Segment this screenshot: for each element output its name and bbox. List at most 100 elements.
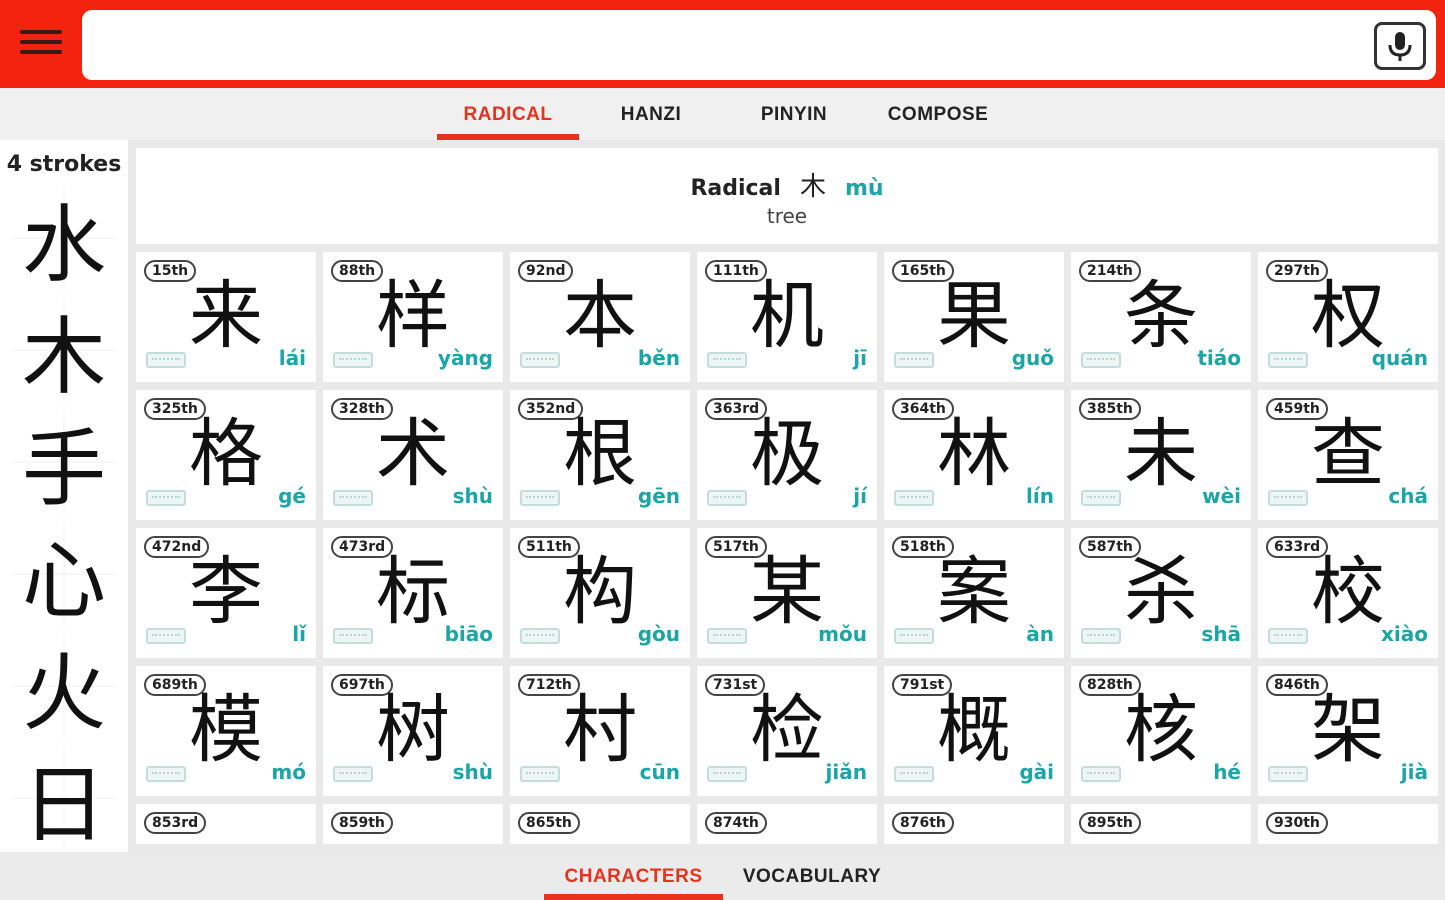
keyboard-icon[interactable]: [146, 628, 186, 644]
character-card[interactable]: 712th 村 cūn: [510, 666, 690, 796]
keyboard-icon[interactable]: [146, 490, 186, 506]
character-card[interactable]: 214th 条 tiáo: [1071, 252, 1251, 382]
character-card[interactable]: 828th 核 hé: [1071, 666, 1251, 796]
character-card[interactable]: 859th: [323, 804, 503, 844]
character-card[interactable]: 111th 机 jī: [697, 252, 877, 382]
keyboard-icon[interactable]: [333, 628, 373, 644]
keyboard-icon[interactable]: [1268, 352, 1308, 368]
character-card[interactable]: 731st 检 jiǎn: [697, 666, 877, 796]
pinyin-label: gòu: [637, 622, 680, 646]
radical-strokes-panel: 4 strokes 水 木 手 心 火 日: [0, 140, 128, 852]
character-card[interactable]: 363rd 极 jí: [697, 390, 877, 520]
character-card[interactable]: 930th: [1258, 804, 1438, 844]
hanzi-character: [363, 820, 463, 844]
keyboard-icon[interactable]: [1268, 628, 1308, 644]
hanzi-character: 极: [750, 411, 824, 497]
character-card[interactable]: 791st 概 gài: [884, 666, 1064, 796]
keyboard-icon[interactable]: [520, 490, 560, 506]
character-card[interactable]: 511th 构 gòu: [510, 528, 690, 658]
keyboard-icon[interactable]: [707, 490, 747, 506]
keyboard-icon[interactable]: [894, 490, 934, 506]
hanzi-character: [1111, 820, 1211, 844]
hanzi-character: 构: [563, 549, 637, 635]
character-card[interactable]: 895th: [1071, 804, 1251, 844]
keyboard-icon[interactable]: [333, 352, 373, 368]
tab-vocabulary[interactable]: VOCABULARY: [727, 852, 897, 900]
keyboard-icon[interactable]: [1081, 766, 1121, 782]
character-card[interactable]: 633rd 校 xiào: [1258, 528, 1438, 658]
character-card[interactable]: 92nd 本 běn: [510, 252, 690, 382]
character-card[interactable]: 328th 术 shù: [323, 390, 503, 520]
hamburger-menu-icon[interactable]: [18, 26, 64, 62]
radical-item-tree[interactable]: 木: [12, 298, 116, 406]
radical-item-fire[interactable]: 火: [12, 634, 116, 742]
character-card[interactable]: 587th 杀 shā: [1071, 528, 1251, 658]
keyboard-icon[interactable]: [520, 352, 560, 368]
hanzi-character: 模: [189, 687, 263, 773]
character-card[interactable]: 88th 样 yàng: [323, 252, 503, 382]
character-card[interactable]: 518th 案 àn: [884, 528, 1064, 658]
keyboard-icon[interactable]: [894, 352, 934, 368]
tab-characters[interactable]: CHARACTERS: [544, 852, 723, 900]
character-card[interactable]: 352nd 根 gēn: [510, 390, 690, 520]
hanzi-character: 机: [750, 273, 824, 359]
keyboard-icon[interactable]: [1081, 490, 1121, 506]
character-card[interactable]: 459th 查 chá: [1258, 390, 1438, 520]
pinyin-label: lǐ: [292, 622, 306, 646]
keyboard-icon[interactable]: [707, 352, 747, 368]
keyboard-icon[interactable]: [894, 766, 934, 782]
hanzi-character: 核: [1124, 687, 1198, 773]
character-card[interactable]: 697th 树 shù: [323, 666, 503, 796]
tab-hanzi[interactable]: HANZI: [585, 88, 717, 140]
character-card[interactable]: 297th 权 quán: [1258, 252, 1438, 382]
tab-compose[interactable]: COMPOSE: [868, 88, 1008, 140]
character-card[interactable]: 865th: [510, 804, 690, 844]
microphone-button[interactable]: [1374, 22, 1426, 70]
character-card[interactable]: 15th 来 lái: [136, 252, 316, 382]
keyboard-icon[interactable]: [520, 766, 560, 782]
search-input[interactable]: [96, 20, 1366, 70]
character-card[interactable]: 689th 模 mó: [136, 666, 316, 796]
character-card[interactable]: 874th: [697, 804, 877, 844]
character-card[interactable]: 472nd 李 lǐ: [136, 528, 316, 658]
character-card[interactable]: 517th 某 mǒu: [697, 528, 877, 658]
hanzi-character: 树: [376, 687, 450, 773]
keyboard-icon[interactable]: [333, 490, 373, 506]
pinyin-label: mǒu: [818, 622, 867, 646]
tab-radical[interactable]: RADICAL: [437, 88, 579, 140]
character-card[interactable]: 364th 林 lín: [884, 390, 1064, 520]
keyboard-icon[interactable]: [146, 766, 186, 782]
radical-item-heart[interactable]: 心: [12, 522, 116, 630]
pinyin-label: gài: [1019, 760, 1054, 784]
character-card[interactable]: 473rd 标 biāo: [323, 528, 503, 658]
keyboard-icon[interactable]: [520, 628, 560, 644]
hanzi-character: 查: [1311, 411, 1385, 497]
keyboard-icon[interactable]: [1081, 352, 1121, 368]
hanzi-character: [924, 820, 1024, 844]
pinyin-label: àn: [1026, 622, 1054, 646]
keyboard-icon[interactable]: [707, 766, 747, 782]
pinyin-label: wèi: [1202, 484, 1241, 508]
pinyin-label: mó: [271, 760, 306, 784]
keyboard-icon[interactable]: [1268, 766, 1308, 782]
character-card[interactable]: 853rd: [136, 804, 316, 844]
character-card[interactable]: 325th 格 gé: [136, 390, 316, 520]
character-card[interactable]: 846th 架 jià: [1258, 666, 1438, 796]
radical-item-sun[interactable]: 日: [12, 746, 116, 852]
character-card[interactable]: 876th: [884, 804, 1064, 844]
keyboard-icon[interactable]: [146, 352, 186, 368]
keyboard-icon[interactable]: [707, 628, 747, 644]
keyboard-icon[interactable]: [1268, 490, 1308, 506]
tab-pinyin[interactable]: PINYIN: [723, 88, 865, 140]
radical-item-hand[interactable]: 手: [12, 410, 116, 518]
hanzi-character: 杀: [1124, 549, 1198, 635]
pinyin-label: shù: [452, 760, 493, 784]
hanzi-character: 检: [750, 687, 824, 773]
keyboard-icon[interactable]: [333, 766, 373, 782]
keyboard-icon[interactable]: [894, 628, 934, 644]
character-card[interactable]: 165th 果 guǒ: [884, 252, 1064, 382]
pinyin-label: shā: [1201, 622, 1241, 646]
character-card[interactable]: 385th 未 wèi: [1071, 390, 1251, 520]
keyboard-icon[interactable]: [1081, 628, 1121, 644]
radical-item-water[interactable]: 水: [12, 186, 116, 294]
